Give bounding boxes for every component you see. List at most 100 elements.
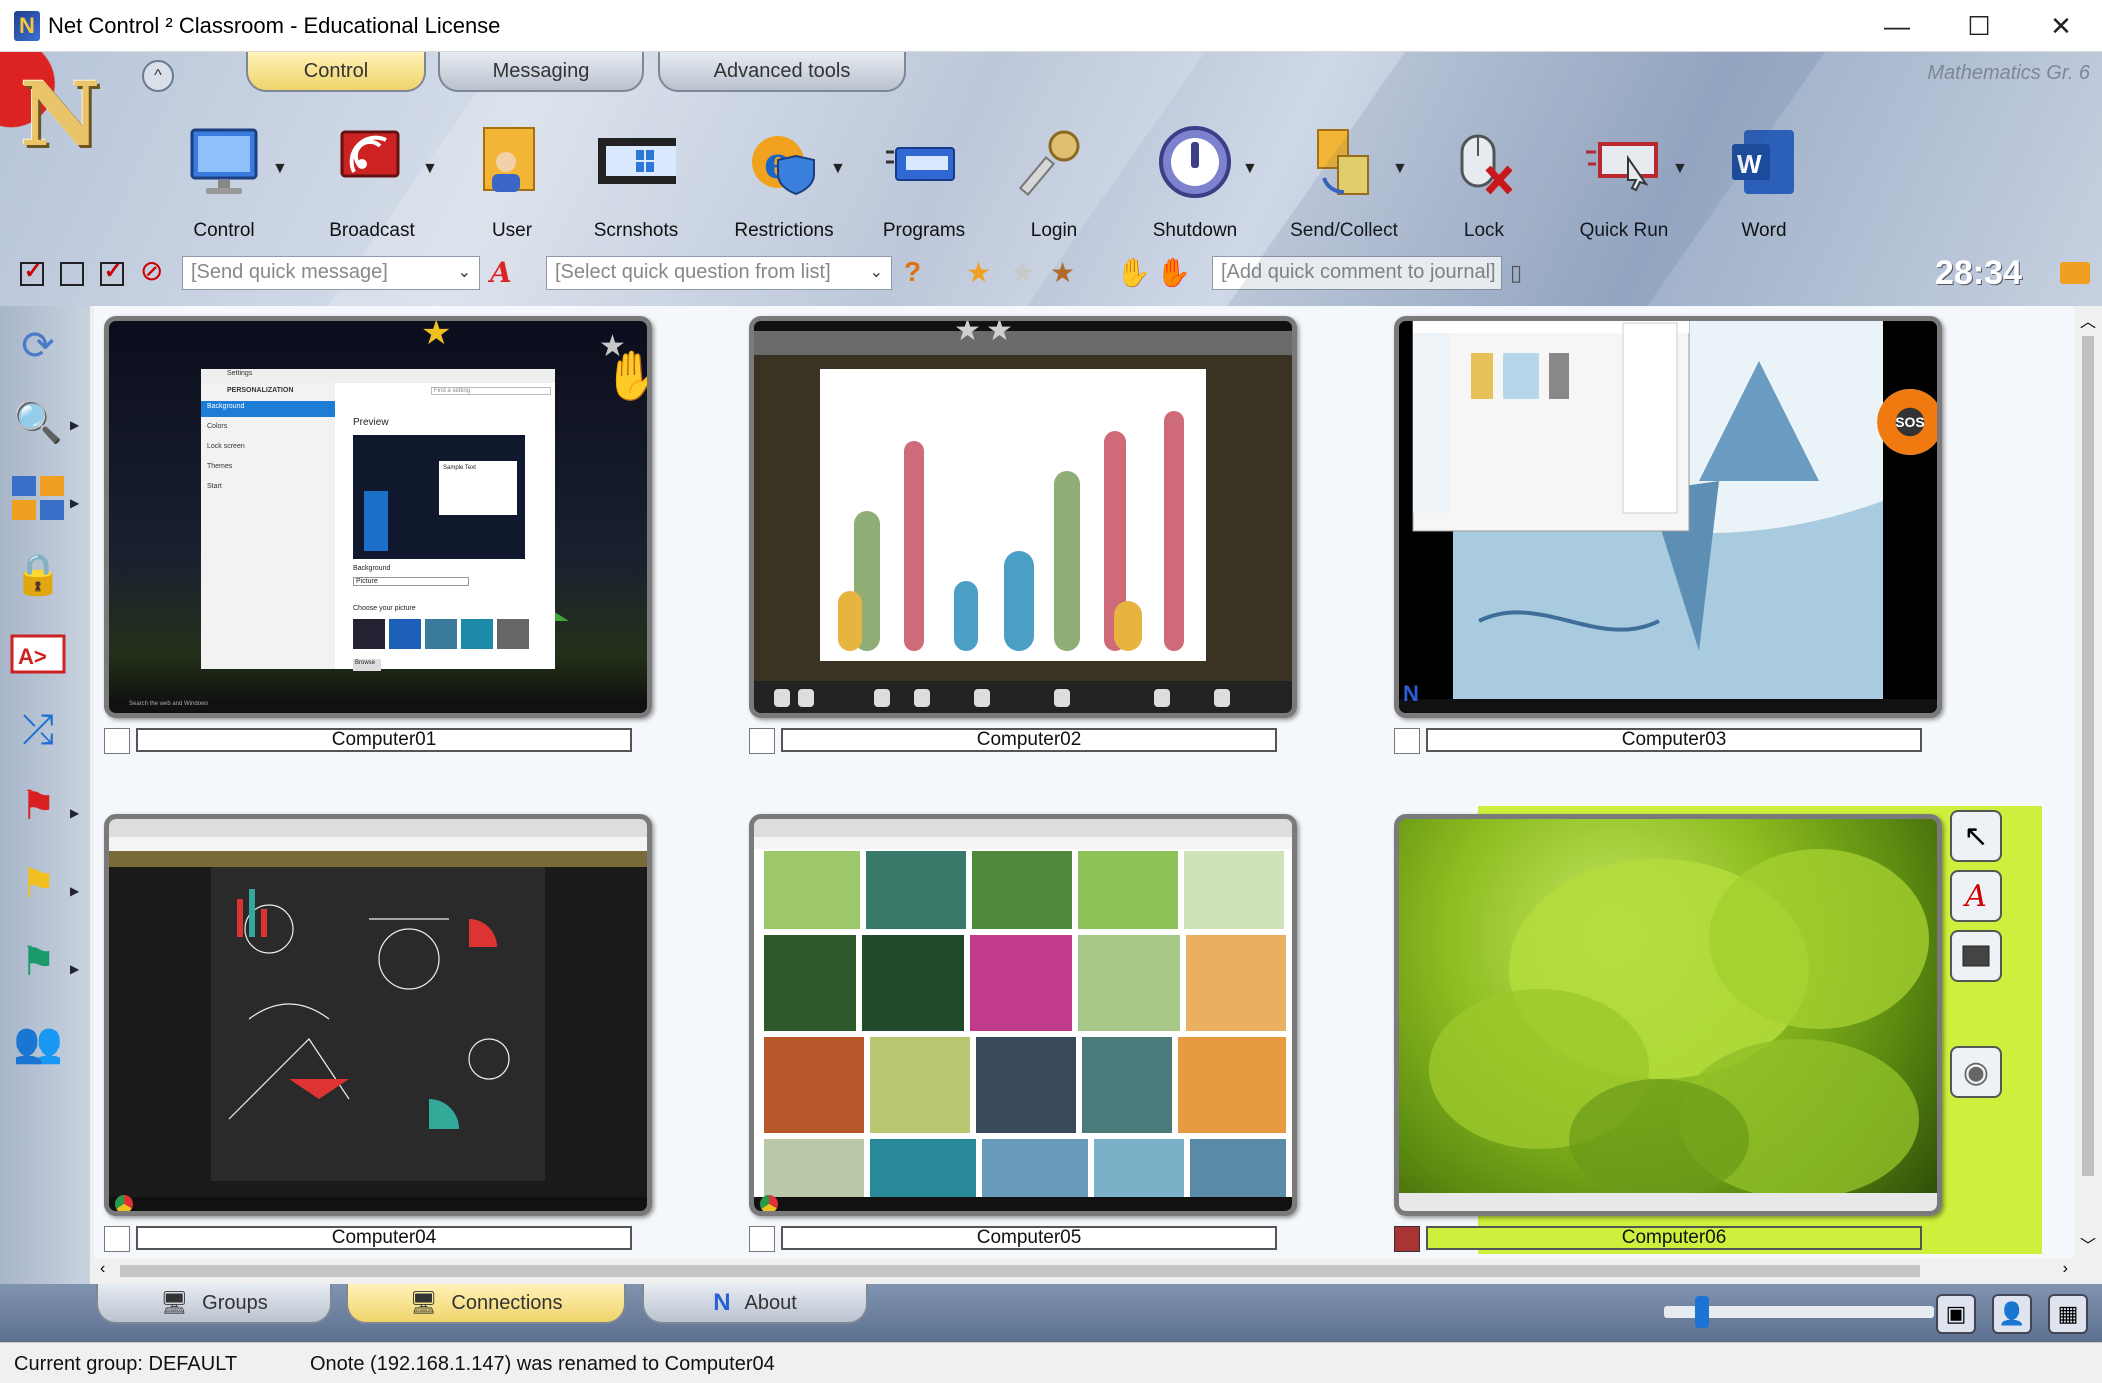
shuffle-icon[interactable]: ⤮ [6,698,70,762]
padlock-icon[interactable]: 🔒 [6,542,70,606]
select-all-checkbox[interactable] [20,258,44,286]
pointer-icon[interactable]: ↖ [1950,810,2002,862]
layout-icon[interactable] [6,466,70,530]
settings-nav-colors: Colors [207,423,228,430]
maximize-button[interactable]: ☐ [1938,0,2020,52]
minimize-button[interactable]: — [1856,0,1938,52]
tab-messaging[interactable]: Messaging [438,52,644,92]
word-tool-label: Word [1741,220,1787,241]
invert-selection-checkbox[interactable] [100,258,124,286]
horizontal-scroll-thumb[interactable] [120,1265,1920,1277]
screen-thumbnail[interactable]: SOS N [1394,316,1942,718]
select-none-checkbox[interactable] [60,262,84,286]
scroll-down-icon[interactable]: ﹀ [2080,1232,2096,1256]
settings-heading: PERSONALIZATION [227,387,294,394]
broadcast-tool-button[interactable]: Broadcast [302,122,442,242]
tab-connections[interactable]: 🖥 Connections [346,1284,626,1324]
journal-comment-input[interactable]: [Add quick comment to journal] [1212,256,1502,290]
scroll-up-icon[interactable]: ︿ [2080,308,2096,332]
quick-run-dropdown-icon[interactable]: ▼ [1672,160,1688,178]
screen-thumbnail[interactable] [749,814,1297,1216]
broadcast-dropdown-icon[interactable]: ▼ [422,160,438,178]
yellow-flag-icon[interactable]: ⚑ [6,852,70,916]
lower-hand-icon[interactable]: ✋ [1156,256,1191,289]
settings-choose-label: Choose your picture [353,605,416,612]
computer-select-checkbox[interactable] [749,728,775,754]
quick-run-tool-button[interactable]: Quick Run [1554,122,1694,242]
computer-select-checkbox[interactable] [104,728,130,754]
clipboard-icon[interactable]: ▯ [1510,260,1522,286]
rename-icon[interactable]: A> [6,622,70,686]
horizontal-scrollbar[interactable]: ‹ › [94,1258,2074,1284]
text-tool-icon[interactable]: A [1950,870,2002,922]
timer-settings-icon[interactable] [2060,262,2090,284]
collapse-ribbon-button[interactable]: ^ [142,60,174,92]
chevron-down-icon[interactable]: ⌄ [870,262,883,282]
settings-background-label: Background [353,565,391,572]
programs-tool-button[interactable]: Programs [854,122,994,242]
thumbnail-view-icon[interactable]: ▣ [1936,1294,1976,1334]
quick-message-combo[interactable]: [Send quick message] ⌄ [182,256,480,290]
shutdown-tool-button[interactable]: Shutdown [1125,122,1265,242]
user-tool-button[interactable]: User [442,122,582,242]
silver-star-icon[interactable]: ★ [1010,256,1035,289]
screen-thumbnail[interactable] [1394,814,1942,1216]
scroll-right-icon[interactable]: › [2063,1260,2068,1278]
green-flag-icon[interactable]: ⚑ [6,930,70,994]
monitor-icon [184,122,264,202]
quick-question-combo[interactable]: [Select quick question from list] ⌄ [546,256,892,290]
control-tool-button[interactable]: Control [154,122,294,242]
settings-preview-label: Preview [353,417,389,428]
computer-select-checkbox[interactable] [1394,1226,1420,1252]
chevron-right-icon[interactable]: ▶ [70,806,79,820]
lock-tool-button[interactable]: Lock [1414,122,1554,242]
power-icon [1155,122,1235,202]
chevron-down-icon[interactable]: ⌄ [458,262,471,282]
tab-advanced-tools[interactable]: Advanced tools [658,52,906,92]
zoom-slider[interactable] [1664,1296,1934,1328]
tab-groups[interactable]: 🖥 Groups [96,1284,332,1324]
user-view-icon[interactable]: 👤 [1992,1294,2032,1334]
zoom-slider-knob[interactable] [1694,1296,1709,1328]
question-icon[interactable]: ? [904,256,921,288]
bronze-star-icon[interactable]: ★ [1050,256,1075,289]
raise-hand-icon[interactable]: ✋ [1116,256,1151,289]
computer-select-checkbox[interactable] [1394,728,1420,754]
restrictions-dropdown-icon[interactable]: ▼ [830,160,846,178]
vertical-scroll-thumb[interactable] [2082,336,2094,1176]
gold-star-icon[interactable]: ★ [966,256,991,289]
zoom-monitor-icon[interactable]: 🔍 [6,390,70,454]
refresh-icon[interactable]: ⟳ [6,314,70,378]
chevron-right-icon[interactable]: ▶ [70,884,79,898]
chevron-right-icon[interactable]: ▶ [70,418,79,432]
restrictions-tool-button[interactable]: e Restrictions [714,122,854,242]
current-group-status: Current group: DEFAULT [14,1353,238,1375]
eraser-icon[interactable]: ◉ [1950,1046,2002,1098]
settings-nav-start: Start [207,483,222,490]
word-tool-button[interactable]: W Word [1694,122,1834,242]
screen-thumbnail[interactable]: Settings PERSONALIZATION Find a setting … [104,316,652,718]
computer-select-checkbox[interactable] [749,1226,775,1252]
scroll-left-icon[interactable]: ‹ [100,1260,105,1278]
login-tool-button[interactable]: Login [984,122,1124,242]
control-dropdown-icon[interactable]: ▼ [272,160,288,178]
tab-about[interactable]: N About [642,1284,868,1324]
computer-select-checkbox[interactable] [104,1226,130,1252]
red-flag-icon[interactable]: ⚑ [6,774,70,838]
vertical-scrollbar[interactable]: ︿ ﹀ [2074,306,2102,1258]
shutdown-dropdown-icon[interactable]: ▼ [1242,160,1258,178]
users-group-icon[interactable]: 👥 [6,1010,70,1074]
rectangle-tool-icon[interactable] [1950,930,2002,982]
no-selection-icon[interactable]: ⊘ [140,254,163,287]
grid-view-icon[interactable]: ▦ [2048,1294,2088,1334]
font-icon[interactable]: A [490,256,512,289]
screenshots-tool-button[interactable]: Scrnshots [566,122,706,242]
send-collect-tool-button[interactable]: Send/Collect [1274,122,1414,242]
close-button[interactable]: ✕ [2020,0,2102,52]
send-collect-dropdown-icon[interactable]: ▼ [1392,160,1408,178]
screen-thumbnail[interactable]: ★ ★ [749,316,1297,718]
tab-control[interactable]: Control [246,52,426,92]
screen-thumbnail[interactable] [104,814,652,1216]
chevron-right-icon[interactable]: ▶ [70,962,79,976]
chevron-right-icon[interactable]: ▶ [70,496,79,510]
